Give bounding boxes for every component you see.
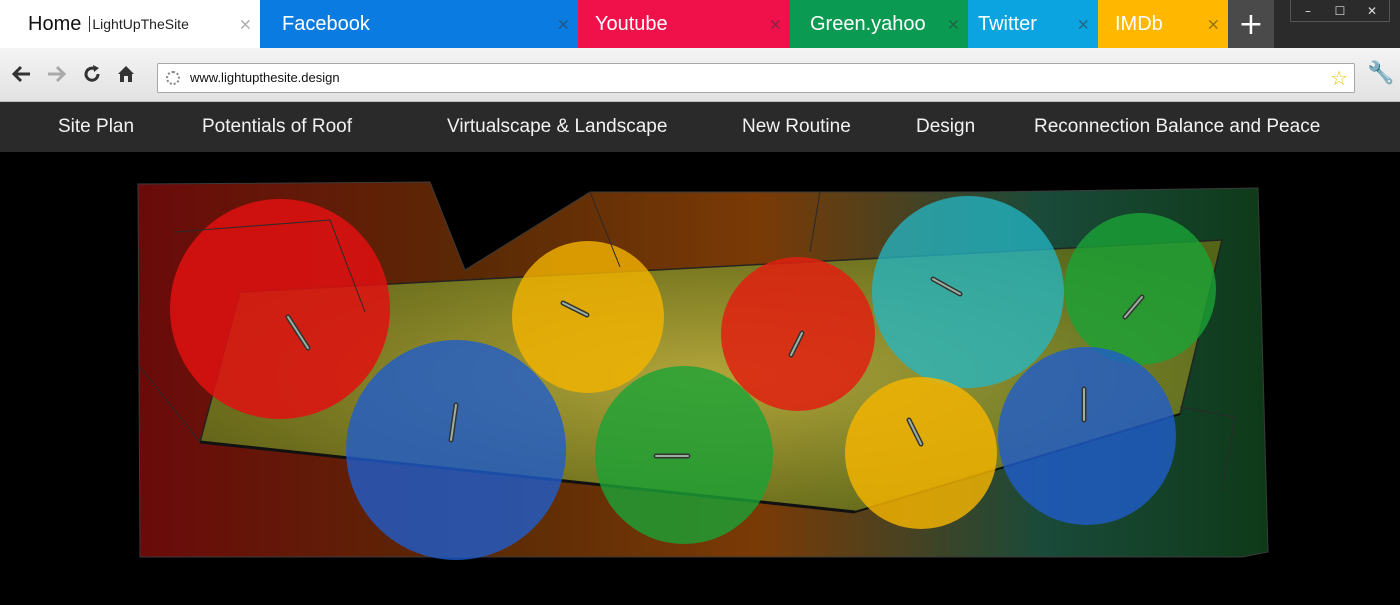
home-icon[interactable]: [114, 62, 138, 86]
close-tab-icon[interactable]: ×: [557, 15, 570, 34]
tab-twitter-label: Twitter: [978, 12, 1037, 35]
close-tab-icon[interactable]: ×: [947, 15, 960, 34]
forward-arrow-icon[interactable]: [44, 62, 68, 86]
tab-home[interactable]: Home LightUpTheSite ×: [0, 0, 260, 48]
close-tab-icon[interactable]: ×: [239, 15, 252, 34]
nav-design[interactable]: Design: [916, 116, 975, 138]
nav-potentials-of-roof[interactable]: Potentials of Roof: [202, 116, 352, 138]
browser-toolbar: www.lightupthesite.design ☆ 🔧: [0, 48, 1400, 102]
tab-facebook-label: Facebook: [282, 12, 370, 35]
close-tab-icon[interactable]: ×: [769, 15, 782, 34]
tab-youtube[interactable]: Youtube ×: [578, 0, 790, 48]
tab-green-yahoo[interactable]: Green.yahoo ×: [790, 0, 968, 48]
nav-new-routine[interactable]: New Routine: [742, 116, 851, 138]
tab-home-label: Home: [28, 12, 82, 35]
tab-green-yahoo-label: Green.yahoo: [810, 12, 926, 35]
wrench-icon[interactable]: 🔧: [1367, 61, 1394, 86]
tab-facebook[interactable]: Facebook ×: [260, 0, 578, 48]
site-nav: Site Plan Potentials of Roof Virtualscap…: [0, 102, 1400, 152]
tab-imdb-label: IMDb: [1115, 12, 1163, 35]
star-icon[interactable]: ☆: [1330, 66, 1348, 90]
page-icon: [166, 71, 180, 85]
nav-site-plan[interactable]: Site Plan: [58, 116, 134, 138]
tab-strip: Home LightUpTheSite × Facebook × Youtube…: [0, 0, 1400, 48]
close-tab-icon[interactable]: ×: [1077, 15, 1090, 34]
close-window-icon[interactable]: ✕: [1357, 2, 1387, 20]
tab-twitter[interactable]: Twitter ×: [968, 0, 1098, 48]
tab-imdb[interactable]: IMDb ×: [1098, 0, 1228, 48]
minimize-icon[interactable]: –: [1293, 2, 1323, 20]
nav-virtualscape-landscape[interactable]: Virtualscape & Landscape: [447, 116, 667, 138]
maximize-icon[interactable]: ☐: [1325, 2, 1355, 20]
reload-icon[interactable]: [80, 62, 104, 86]
rooftop-lighting-plan-image: [137, 181, 1269, 560]
url-text: www.lightupthesite.design: [190, 70, 340, 85]
address-bar[interactable]: www.lightupthesite.design ☆: [157, 63, 1355, 93]
close-tab-icon[interactable]: ×: [1207, 15, 1220, 34]
tab-home-sublabel: LightUpTheSite: [89, 16, 189, 32]
window-controls: – ☐ ✕: [1290, 0, 1390, 22]
nav-reconnection-balance-peace[interactable]: Reconnection Balance and Peace: [1034, 116, 1320, 138]
back-arrow-icon[interactable]: [10, 62, 34, 86]
new-tab-button[interactable]: +: [1228, 0, 1274, 48]
tab-youtube-label: Youtube: [595, 12, 668, 35]
hero-banner: [0, 152, 1400, 600]
